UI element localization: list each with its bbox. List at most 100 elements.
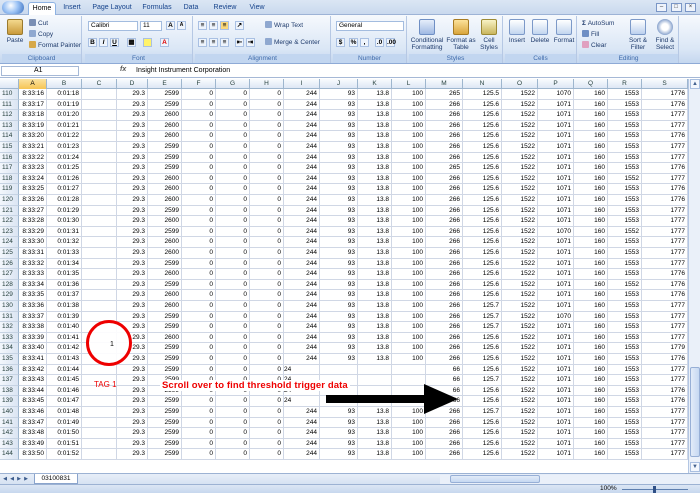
cell-d[interactable]: 29.3	[117, 237, 148, 248]
cell-m[interactable]: 266	[426, 269, 463, 280]
row-header[interactable]: 114	[0, 131, 19, 142]
cell-b[interactable]: 0:01:33	[47, 248, 82, 259]
cell-b[interactable]: 0:01:26	[47, 173, 82, 185]
cell-h[interactable]: 0	[250, 438, 284, 450]
cell-r[interactable]: 1553	[608, 322, 642, 333]
cell-a[interactable]: 8:33:33	[19, 269, 47, 280]
cell-h[interactable]: 0	[250, 364, 284, 376]
cell-k[interactable]: 13.8	[358, 163, 392, 174]
cell-o[interactable]: 1522	[502, 311, 538, 323]
cell-n[interactable]: 125.6	[463, 142, 502, 153]
cell-o[interactable]: 1522	[502, 301, 538, 312]
cell-f[interactable]: 0	[182, 396, 216, 407]
cell-m[interactable]: 266	[426, 142, 463, 153]
cell-g[interactable]: 0	[216, 269, 250, 280]
cell-k[interactable]: 13.8	[358, 226, 392, 238]
cell-k[interactable]: 13.8	[358, 322, 392, 333]
cell-f[interactable]: 0	[182, 428, 216, 439]
cell-l[interactable]: 100	[392, 110, 426, 121]
cell-i[interactable]: 244	[284, 354, 320, 365]
cell-s[interactable]: 1777	[642, 449, 688, 460]
cell-i[interactable]: 244	[284, 290, 320, 301]
clear-button[interactable]: Clear	[582, 41, 607, 50]
cell-h[interactable]: 0	[250, 184, 284, 195]
cell-j[interactable]: 93	[320, 290, 358, 301]
cell-h[interactable]: 0	[250, 89, 284, 100]
cell-o[interactable]: 1522	[502, 332, 538, 344]
cell-o[interactable]: 1522	[502, 407, 538, 418]
cell-n[interactable]: 125.6	[463, 110, 502, 121]
cell-a[interactable]: 8:33:32	[19, 258, 47, 270]
cell-j[interactable]: 93	[320, 131, 358, 142]
cell-b[interactable]: 0:01:49	[47, 417, 82, 429]
cell-b[interactable]: 0:01:31	[47, 226, 82, 238]
font-name-dropdown[interactable]: Calibri	[88, 21, 138, 31]
cell-c[interactable]	[82, 142, 117, 153]
cell-d[interactable]: 29.3	[117, 311, 148, 323]
cell-e[interactable]: 2600	[148, 184, 182, 195]
next-sheet-icon[interactable]: ▶	[16, 475, 22, 483]
cell-g[interactable]: 0	[216, 417, 250, 429]
cell-k[interactable]: 13.8	[358, 237, 392, 248]
cell-h[interactable]: 0	[250, 417, 284, 429]
cell-p[interactable]: 1071	[538, 354, 574, 365]
cell-a[interactable]: 8:33:26	[19, 195, 47, 206]
row-header[interactable]: 112	[0, 110, 19, 121]
cut-button[interactable]: Cut	[29, 19, 48, 28]
cell-c[interactable]	[82, 110, 117, 121]
cell-m[interactable]: 266	[426, 173, 463, 185]
cell-j[interactable]: 93	[320, 248, 358, 259]
cell-n[interactable]: 125.6	[463, 173, 502, 185]
cell-q[interactable]: 160	[574, 354, 608, 365]
cell-m[interactable]: 266	[426, 110, 463, 121]
cell-c[interactable]	[82, 438, 117, 450]
cell-q[interactable]: 160	[574, 301, 608, 312]
cell-k[interactable]: 13.8	[358, 89, 392, 100]
cell-o[interactable]: 1522	[502, 322, 538, 333]
cell-q[interactable]: 160	[574, 248, 608, 259]
cell-j[interactable]: 93	[320, 205, 358, 217]
cell-l[interactable]: 100	[392, 311, 426, 323]
cell-e[interactable]: 2599	[148, 258, 182, 270]
cell-l[interactable]: 100	[392, 417, 426, 429]
cell-s[interactable]: 1777	[642, 375, 688, 386]
cell-r[interactable]: 1553	[608, 258, 642, 270]
cell-g[interactable]: 0	[216, 237, 250, 248]
cell-p[interactable]: 1071	[538, 99, 574, 111]
cell-k[interactable]: 13.8	[358, 301, 392, 312]
cell-n[interactable]: 125.7	[463, 322, 502, 333]
row-header[interactable]: 139	[0, 396, 19, 407]
cell-j[interactable]: 93	[320, 332, 358, 344]
cell-g[interactable]: 0	[216, 142, 250, 153]
cell-m[interactable]: 266	[426, 343, 463, 354]
cell-f[interactable]: 0	[182, 195, 216, 206]
column-header-q[interactable]: Q	[574, 79, 608, 89]
cell-l[interactable]: 100	[392, 163, 426, 174]
cell-b[interactable]: 0:01:52	[47, 449, 82, 460]
cell-g[interactable]: 0	[216, 343, 250, 354]
cell-g[interactable]: 0	[216, 364, 250, 376]
cell-o[interactable]: 1522	[502, 237, 538, 248]
cell-s[interactable]: 1779	[642, 343, 688, 354]
cell-i[interactable]: 244	[284, 322, 320, 333]
cell-q[interactable]: 160	[574, 311, 608, 323]
shrink-font-button[interactable]: A	[177, 21, 186, 30]
cell-r[interactable]: 1553	[608, 311, 642, 323]
cell-r[interactable]: 1553	[608, 205, 642, 217]
cell-m[interactable]: 266	[426, 438, 463, 450]
cell-n[interactable]: 125.6	[463, 290, 502, 301]
cell-j[interactable]: 93	[320, 110, 358, 121]
cell-f[interactable]: 0	[182, 290, 216, 301]
cell-f[interactable]: 0	[182, 311, 216, 323]
cell-h[interactable]: 0	[250, 195, 284, 206]
cell-k[interactable]: 13.8	[358, 184, 392, 195]
cell-b[interactable]: 0:01:36	[47, 279, 82, 291]
cell-j[interactable]: 93	[320, 301, 358, 312]
cell-e[interactable]: 2600	[148, 269, 182, 280]
scroll-down-icon[interactable]: ▼	[690, 462, 700, 472]
cell-n[interactable]: 125.6	[463, 343, 502, 354]
cell-h[interactable]: 0	[250, 226, 284, 238]
cell-a[interactable]: 8:33:16	[19, 89, 47, 100]
cell-d[interactable]: 29.3	[117, 258, 148, 270]
align-right-icon[interactable]: ≡	[220, 38, 229, 47]
